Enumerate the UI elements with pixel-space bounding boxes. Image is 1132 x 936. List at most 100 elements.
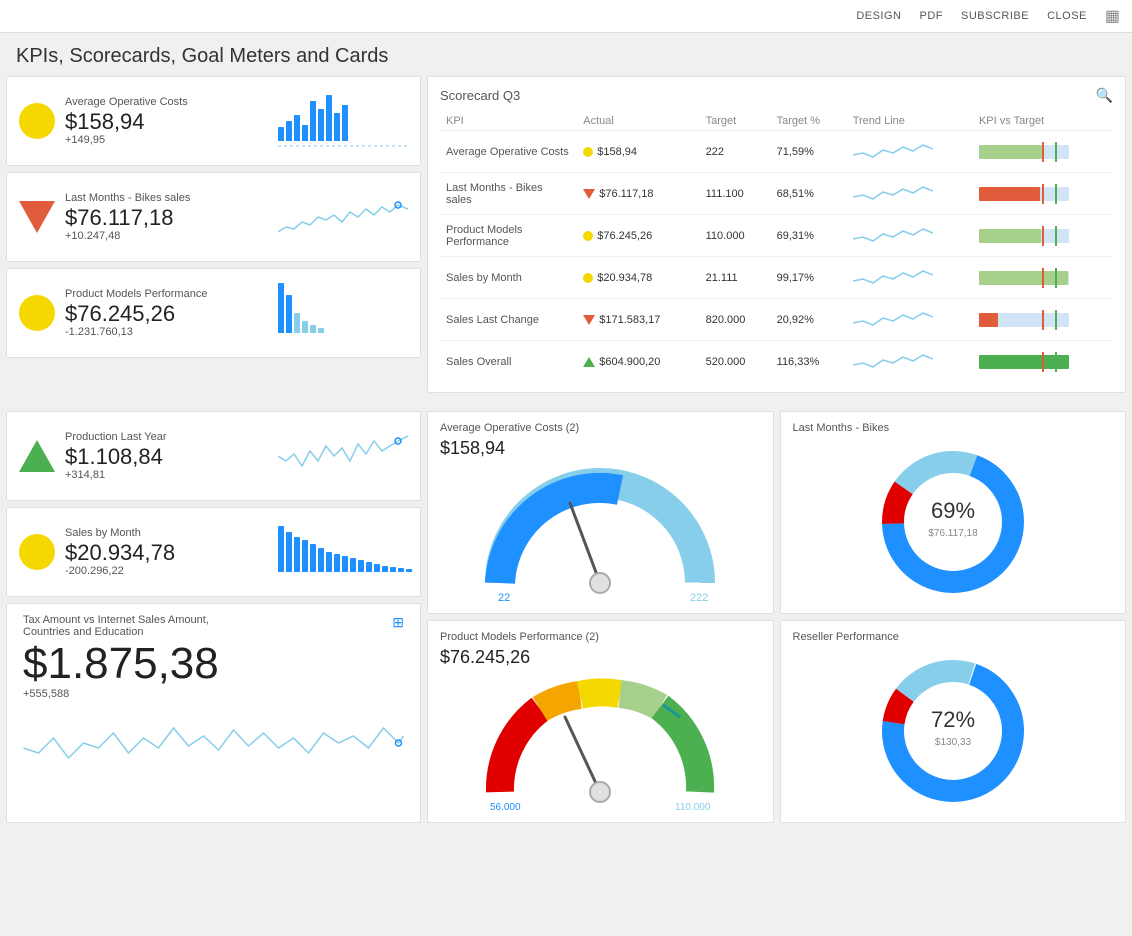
svg-text:69%: 69% <box>931 498 975 523</box>
bar <box>390 567 396 572</box>
sc-target-pct: 69,31% <box>771 215 847 257</box>
kpi-label: Production Last Year <box>65 431 268 443</box>
big-sparkline-svg <box>23 708 404 768</box>
kpi-card-product-models: Product Models Performance $76.245,26 -1… <box>6 268 421 358</box>
gauge-title-1: Average Operative Costs (2) <box>440 422 761 434</box>
bar <box>310 325 316 333</box>
col-kpi: KPI <box>440 112 577 131</box>
bar <box>350 558 356 572</box>
top-bar: DESIGN PDF SUBSCRIBE CLOSE ▦ <box>0 0 1132 33</box>
sc-target: 21.111 <box>700 257 771 299</box>
kpi-label: Product Models Performance <box>65 288 268 300</box>
sc-target: 820.000 <box>700 299 771 341</box>
layers-icon[interactable]: ▦ <box>1105 6 1120 26</box>
scorecard-row: Sales Last Change$171.583,17820.00020,92… <box>440 299 1113 341</box>
bar <box>358 560 364 572</box>
kpi-icon-circle <box>19 534 55 570</box>
bar <box>294 115 300 141</box>
gauge-title-2: Product Models Performance (2) <box>440 631 761 643</box>
kpi-delta: +149,95 <box>65 134 268 146</box>
bar <box>318 548 324 572</box>
kpi-card-production-last-year: Production Last Year $1.108,84 +314,81 <box>6 411 421 501</box>
big-kpi-sparkline <box>23 708 404 771</box>
sc-target: 520.000 <box>700 341 771 383</box>
kpi-info: Sales by Month $20.934,78 -200.296,22 <box>65 527 268 577</box>
kpi-label: Average Operative Costs <box>65 96 268 108</box>
sc-kpi-vs-target <box>973 299 1113 341</box>
donut-column: Last Months - Bikes 69% $76.117,18 Resel… <box>780 411 1127 823</box>
sc-trend <box>847 131 973 173</box>
scorecard-title: Scorecard Q3 🔍 <box>440 87 1113 104</box>
page-title: KPIs, Scorecards, Goal Meters and Cards <box>0 33 1132 76</box>
bar <box>302 540 308 572</box>
bar <box>374 564 380 572</box>
sparkline-svg <box>278 426 408 486</box>
kpi-info: Average Operative Costs $158,94 +149,95 <box>65 96 268 146</box>
bar <box>366 562 372 572</box>
donut-title-1: Last Months - Bikes <box>793 422 890 434</box>
col-target: Target <box>700 112 771 131</box>
gauge-svg-1: 22 222 <box>480 463 720 603</box>
gauge-container-1: 22 222 <box>440 463 761 603</box>
close-button[interactable]: CLOSE <box>1047 10 1087 22</box>
bar <box>382 566 388 572</box>
sc-trend <box>847 257 973 299</box>
gauge-svg-2: 56.000 110.000 <box>480 672 720 812</box>
bar <box>310 544 316 572</box>
bar <box>286 532 292 572</box>
big-kpi-delta: +555,588 <box>23 688 404 700</box>
svg-text:$130,33: $130,33 <box>935 737 972 748</box>
svg-text:22: 22 <box>498 592 510 603</box>
kpi-icon-circle <box>19 103 55 139</box>
sc-target-pct: 116,33% <box>771 341 847 383</box>
bar <box>326 95 332 141</box>
pdf-button[interactable]: PDF <box>920 10 944 22</box>
sc-actual: $76.117,18 <box>577 173 699 215</box>
sc-kpi-vs-target <box>973 215 1113 257</box>
sparkline-flat <box>278 141 408 151</box>
sc-kpi-vs-target <box>973 173 1113 215</box>
kpi-label: Sales by Month <box>65 527 268 539</box>
subscribe-button[interactable]: SUBSCRIBE <box>961 10 1029 22</box>
sc-trend <box>847 215 973 257</box>
bar <box>286 295 292 333</box>
kpi-sparkline <box>278 187 408 247</box>
gauge-value-1: $158,94 <box>440 438 761 459</box>
kpi-bar-chart <box>278 91 408 151</box>
kpi-info: Last Months - Bikes sales $76.117,18 +10… <box>65 192 268 242</box>
bar <box>294 537 300 572</box>
sc-trend <box>847 299 973 341</box>
svg-text:56.000: 56.000 <box>490 802 521 812</box>
bottom-grid: Production Last Year $1.108,84 +314,81 S… <box>0 411 1132 829</box>
sc-kpi-name: Sales by Month <box>440 257 577 299</box>
kpi-info: Production Last Year $1.108,84 +314,81 <box>65 431 268 481</box>
kpi-card-sales-by-month: Sales by Month $20.934,78 -200.296,22 <box>6 507 421 597</box>
scorecard-row: Sales Overall$604.900,20520.000116,33% <box>440 341 1113 383</box>
search-icon[interactable]: 🔍 <box>1096 87 1113 104</box>
scorecard-row: Average Operative Costs$158,9422271,59% <box>440 131 1113 173</box>
bar <box>326 552 332 572</box>
bar <box>318 328 324 333</box>
kpi-value: $20.934,78 <box>65 541 268 565</box>
kpi-value: $158,94 <box>65 110 268 134</box>
scorecard-row: Sales by Month$20.934,7821.11199,17% <box>440 257 1113 299</box>
donut-svg-1: 69% $76.117,18 <box>873 442 1033 602</box>
bar <box>334 554 340 572</box>
sc-target-pct: 71,59% <box>771 131 847 173</box>
sc-kpi-name: Average Operative Costs <box>440 131 577 173</box>
sc-target: 110.000 <box>700 215 771 257</box>
design-button[interactable]: DESIGN <box>856 10 901 22</box>
kpi-card-avg-op-costs: Average Operative Costs $158,94 +149,95 <box>6 76 421 166</box>
gauge-card-2: Product Models Performance (2) $76.245,2… <box>427 620 774 823</box>
kpi-delta: -1.231.760,13 <box>65 326 268 338</box>
gauge-column: Average Operative Costs (2) $158,94 22 2… <box>427 411 774 823</box>
sc-kpi-name: Sales Overall <box>440 341 577 383</box>
sc-target-pct: 99,17% <box>771 257 847 299</box>
sc-actual: $158,94 <box>577 131 699 173</box>
big-kpi-value: $1.875,38 <box>23 642 404 686</box>
sparkline-svg <box>278 187 408 247</box>
sc-kpi-name: Last Months - Bikes sales <box>440 173 577 215</box>
kpi-delta: -200.296,22 <box>65 565 268 577</box>
sc-kpi-vs-target <box>973 341 1113 383</box>
svg-text:110.000: 110.000 <box>675 802 711 812</box>
